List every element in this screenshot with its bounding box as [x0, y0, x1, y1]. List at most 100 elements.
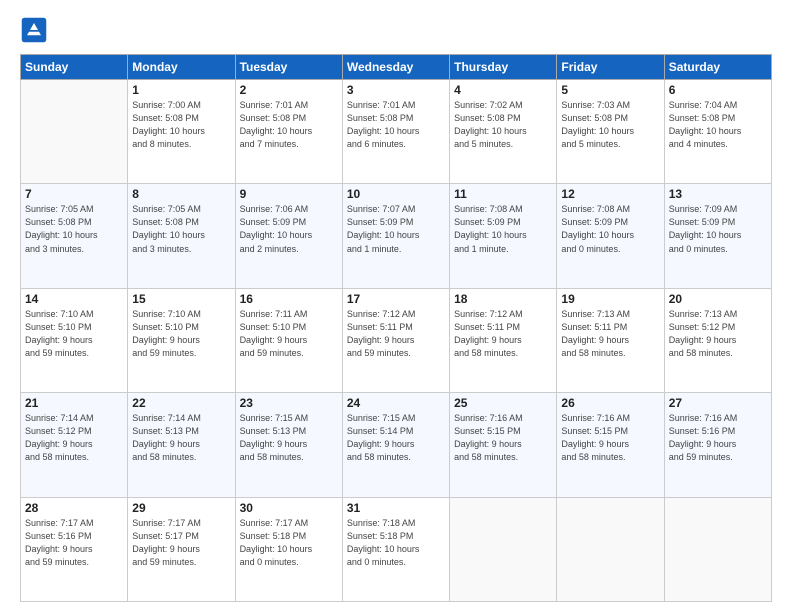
logo-icon [20, 16, 48, 44]
day-info: Sunrise: 7:00 AM Sunset: 5:08 PM Dayligh… [132, 99, 230, 151]
day-info: Sunrise: 7:07 AM Sunset: 5:09 PM Dayligh… [347, 203, 445, 255]
calendar-cell [557, 497, 664, 601]
day-number: 19 [561, 292, 659, 306]
calendar-cell: 10 Sunrise: 7:07 AM Sunset: 5:09 PM Dayli… [342, 184, 449, 288]
calendar-cell: 13 Sunrise: 7:09 AM Sunset: 5:09 PM Dayli… [664, 184, 771, 288]
day-number: 27 [669, 396, 767, 410]
calendar-cell: 28 Sunrise: 7:17 AM Sunset: 5:16 PM Dayli… [21, 497, 128, 601]
calendar-cell: 12 Sunrise: 7:08 AM Sunset: 5:09 PM Dayli… [557, 184, 664, 288]
day-info: Sunrise: 7:01 AM Sunset: 5:08 PM Dayligh… [347, 99, 445, 151]
calendar-week-5: 28 Sunrise: 7:17 AM Sunset: 5:16 PM Dayli… [21, 497, 772, 601]
calendar-cell: 23Sunrise: 7:15 AM Sunset: 5:13 PM Dayli… [235, 393, 342, 497]
day-number: 30 [240, 501, 338, 515]
calendar-cell: 26Sunrise: 7:16 AM Sunset: 5:15 PM Dayli… [557, 393, 664, 497]
calendar-cell: 24 Sunrise: 7:15 AM Sunset: 5:14 PM Dayli… [342, 393, 449, 497]
day-header-monday: Monday [128, 55, 235, 80]
day-number: 15 [132, 292, 230, 306]
day-header-tuesday: Tuesday [235, 55, 342, 80]
day-number: 10 [347, 187, 445, 201]
day-number: 26 [561, 396, 659, 410]
day-number: 20 [669, 292, 767, 306]
day-number: 24 [347, 396, 445, 410]
calendar-cell: 22 Sunrise: 7:14 AM Sunset: 5:13 PM Dayli… [128, 393, 235, 497]
day-number: 28 [25, 501, 123, 515]
calendar-cell [664, 497, 771, 601]
day-number: 6 [669, 83, 767, 97]
day-number: 17 [347, 292, 445, 306]
day-number: 12 [561, 187, 659, 201]
day-number: 31 [347, 501, 445, 515]
day-info: Sunrise: 7:10 AM Sunset: 5:10 PM Dayligh… [25, 308, 123, 360]
calendar-cell: 31 Sunrise: 7:18 AM Sunset: 5:18 PM Dayli… [342, 497, 449, 601]
day-number: 9 [240, 187, 338, 201]
day-number: 7 [25, 187, 123, 201]
day-info: Sunrise: 7:17 AM Sunset: 5:16 PM Dayligh… [25, 517, 123, 569]
day-info: Sunrise: 7:14 AM Sunset: 5:13 PM Dayligh… [132, 412, 230, 464]
page: SundayMondayTuesdayWednesdayThursdayFrid… [0, 0, 792, 612]
day-info: Sunrise: 7:06 AM Sunset: 5:09 PM Dayligh… [240, 203, 338, 255]
day-info: Sunrise: 7:16 AM Sunset: 5:15 PM Dayligh… [454, 412, 552, 464]
day-number: 11 [454, 187, 552, 201]
day-number: 21 [25, 396, 123, 410]
calendar-cell: 21 Sunrise: 7:14 AM Sunset: 5:12 PM Dayli… [21, 393, 128, 497]
calendar-cell: 16Sunrise: 7:11 AM Sunset: 5:10 PM Dayli… [235, 288, 342, 392]
day-info: Sunrise: 7:17 AM Sunset: 5:17 PM Dayligh… [132, 517, 230, 569]
day-info: Sunrise: 7:15 AM Sunset: 5:14 PM Dayligh… [347, 412, 445, 464]
day-number: 23 [240, 396, 338, 410]
calendar-week-2: 7 Sunrise: 7:05 AM Sunset: 5:08 PM Daylig… [21, 184, 772, 288]
calendar-week-3: 14Sunrise: 7:10 AM Sunset: 5:10 PM Dayli… [21, 288, 772, 392]
day-number: 22 [132, 396, 230, 410]
day-number: 3 [347, 83, 445, 97]
day-header-thursday: Thursday [450, 55, 557, 80]
calendar-cell: 5Sunrise: 7:03 AM Sunset: 5:08 PM Daylig… [557, 80, 664, 184]
day-info: Sunrise: 7:05 AM Sunset: 5:08 PM Dayligh… [132, 203, 230, 255]
day-info: Sunrise: 7:08 AM Sunset: 5:09 PM Dayligh… [561, 203, 659, 255]
day-number: 5 [561, 83, 659, 97]
day-header-friday: Friday [557, 55, 664, 80]
day-info: Sunrise: 7:16 AM Sunset: 5:16 PM Dayligh… [669, 412, 767, 464]
day-info: Sunrise: 7:05 AM Sunset: 5:08 PM Dayligh… [25, 203, 123, 255]
day-info: Sunrise: 7:09 AM Sunset: 5:09 PM Dayligh… [669, 203, 767, 255]
calendar-week-1: 1 Sunrise: 7:00 AM Sunset: 5:08 PM Daylig… [21, 80, 772, 184]
calendar-cell: 9 Sunrise: 7:06 AM Sunset: 5:09 PM Daylig… [235, 184, 342, 288]
day-number: 2 [240, 83, 338, 97]
calendar-header-row: SundayMondayTuesdayWednesdayThursdayFrid… [21, 55, 772, 80]
calendar-week-4: 21 Sunrise: 7:14 AM Sunset: 5:12 PM Dayli… [21, 393, 772, 497]
calendar-cell: 15 Sunrise: 7:10 AM Sunset: 5:10 PM Dayli… [128, 288, 235, 392]
day-number: 4 [454, 83, 552, 97]
day-info: Sunrise: 7:01 AM Sunset: 5:08 PM Dayligh… [240, 99, 338, 151]
day-info: Sunrise: 7:14 AM Sunset: 5:12 PM Dayligh… [25, 412, 123, 464]
calendar-cell [450, 497, 557, 601]
day-info: Sunrise: 7:04 AM Sunset: 5:08 PM Dayligh… [669, 99, 767, 151]
day-info: Sunrise: 7:18 AM Sunset: 5:18 PM Dayligh… [347, 517, 445, 569]
calendar-table: SundayMondayTuesdayWednesdayThursdayFrid… [20, 54, 772, 602]
header [20, 16, 772, 44]
calendar-cell: 30 Sunrise: 7:17 AM Sunset: 5:18 PM Dayli… [235, 497, 342, 601]
day-info: Sunrise: 7:02 AM Sunset: 5:08 PM Dayligh… [454, 99, 552, 151]
calendar-cell: 8Sunrise: 7:05 AM Sunset: 5:08 PM Daylig… [128, 184, 235, 288]
day-info: Sunrise: 7:10 AM Sunset: 5:10 PM Dayligh… [132, 308, 230, 360]
day-number: 1 [132, 83, 230, 97]
calendar-cell: 19Sunrise: 7:13 AM Sunset: 5:11 PM Dayli… [557, 288, 664, 392]
calendar-cell: 2 Sunrise: 7:01 AM Sunset: 5:08 PM Daylig… [235, 80, 342, 184]
day-info: Sunrise: 7:17 AM Sunset: 5:18 PM Dayligh… [240, 517, 338, 569]
calendar-cell: 7 Sunrise: 7:05 AM Sunset: 5:08 PM Daylig… [21, 184, 128, 288]
calendar-cell: 3 Sunrise: 7:01 AM Sunset: 5:08 PM Daylig… [342, 80, 449, 184]
day-number: 13 [669, 187, 767, 201]
day-header-wednesday: Wednesday [342, 55, 449, 80]
day-header-sunday: Sunday [21, 55, 128, 80]
calendar-cell: 18Sunrise: 7:12 AM Sunset: 5:11 PM Dayli… [450, 288, 557, 392]
calendar-cell: 27 Sunrise: 7:16 AM Sunset: 5:16 PM Dayli… [664, 393, 771, 497]
logo [20, 16, 52, 44]
calendar-cell: 20 Sunrise: 7:13 AM Sunset: 5:12 PM Dayli… [664, 288, 771, 392]
day-info: Sunrise: 7:12 AM Sunset: 5:11 PM Dayligh… [347, 308, 445, 360]
calendar-cell [21, 80, 128, 184]
calendar-cell: 1 Sunrise: 7:00 AM Sunset: 5:08 PM Daylig… [128, 80, 235, 184]
day-info: Sunrise: 7:08 AM Sunset: 5:09 PM Dayligh… [454, 203, 552, 255]
calendar-cell: 29Sunrise: 7:17 AM Sunset: 5:17 PM Dayli… [128, 497, 235, 601]
day-info: Sunrise: 7:13 AM Sunset: 5:12 PM Dayligh… [669, 308, 767, 360]
calendar-cell: 14Sunrise: 7:10 AM Sunset: 5:10 PM Dayli… [21, 288, 128, 392]
calendar-cell: 11 Sunrise: 7:08 AM Sunset: 5:09 PM Dayli… [450, 184, 557, 288]
day-number: 18 [454, 292, 552, 306]
calendar-cell: 6 Sunrise: 7:04 AM Sunset: 5:08 PM Daylig… [664, 80, 771, 184]
